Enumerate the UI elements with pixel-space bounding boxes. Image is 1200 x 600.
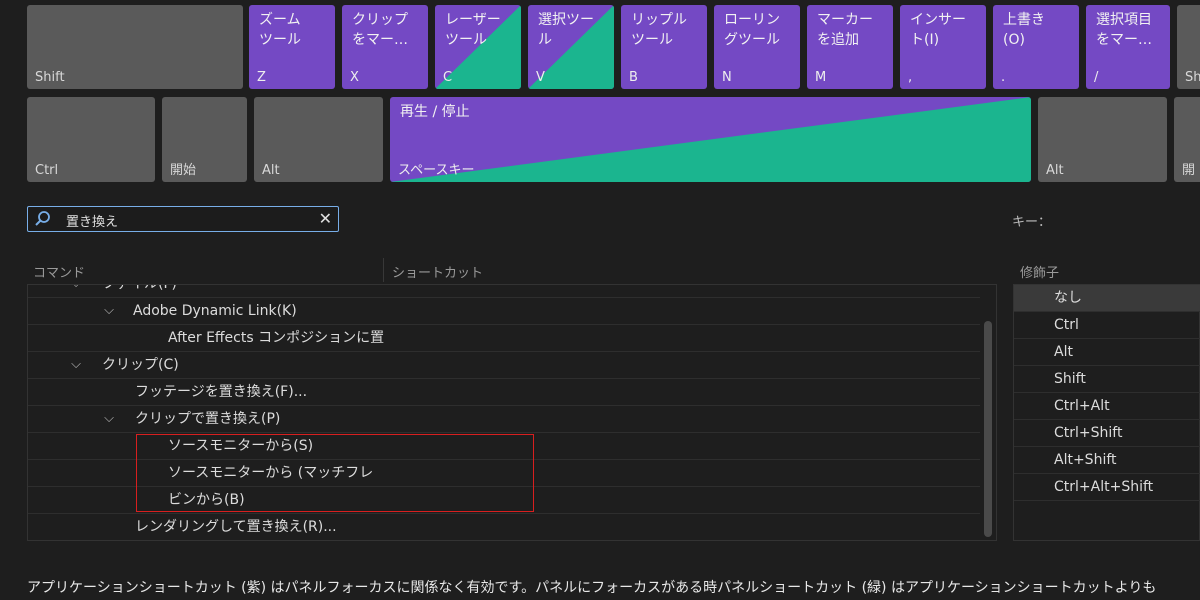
key-cap: V xyxy=(536,70,545,85)
chevron-down-icon[interactable]: ⌵ xyxy=(69,352,83,378)
tree-row[interactable]: ⌵ クリップで置き換え(P) xyxy=(28,406,980,433)
key-command: リップル ツール xyxy=(631,12,687,48)
tree-row[interactable]: ⌵ Adobe Dynamic Link(K) xyxy=(28,298,980,325)
key-command: ズーム ツール xyxy=(259,12,301,48)
tree-row-label: クリップで置き換え(P) xyxy=(135,411,281,427)
tree-row-label: ファイル(F) xyxy=(102,284,177,292)
tree-row-label: レンダリングして置き換え(R)... xyxy=(135,519,337,535)
key-right-alt[interactable]: Alt xyxy=(1038,97,1167,182)
key-command: クリップ をマー… xyxy=(352,12,408,48)
key-x[interactable]: クリップ をマー… X xyxy=(342,5,428,89)
key-cap: Shift xyxy=(35,70,65,85)
key-right-open[interactable]: 開 xyxy=(1174,97,1200,182)
column-divider xyxy=(383,258,384,282)
key-start[interactable]: 開始 xyxy=(162,97,247,182)
key-command: レーザー ツール xyxy=(445,12,501,48)
tree-row[interactable]: After Effects コンポジションに置 xyxy=(28,325,980,352)
tree-row-label: クリップ(C) xyxy=(102,357,179,373)
key-label: キー： xyxy=(1012,215,1052,230)
key-alt[interactable]: Alt xyxy=(254,97,383,182)
modifier-item-shift[interactable]: Shift xyxy=(1014,366,1200,393)
modifier-column-header[interactable]: 修飾子 xyxy=(1020,262,1059,281)
key-cap: / xyxy=(1094,70,1099,85)
search-field[interactable]: 置き換え ✕ xyxy=(27,206,339,232)
key-command: 上書き (O) xyxy=(1003,12,1045,48)
footer-note: アプリケーションショートカット (紫) はパネルフォーカスに関係なく有効です。パ… xyxy=(27,580,1157,596)
tree-row[interactable]: ⌵ ファイル(F) xyxy=(28,284,980,298)
modifier-item-ctrl-shift[interactable]: Ctrl+Shift xyxy=(1014,420,1200,447)
key-slash[interactable]: 選択項目 をマー… / xyxy=(1086,5,1170,89)
tree-row[interactable]: ⌵ クリップ(C) xyxy=(28,352,980,379)
modifier-list[interactable]: なし Ctrl Alt Shift Ctrl+Alt Ctrl+Shift Al… xyxy=(1013,284,1200,541)
vertical-scrollbar[interactable] xyxy=(984,321,992,537)
modifier-item-ctrl-alt-shift[interactable]: Ctrl+Alt+Shift xyxy=(1014,474,1200,501)
key-cap: 開 xyxy=(1182,163,1196,178)
key-space[interactable]: 再生 / 停止 スペースキー xyxy=(390,97,1031,182)
search-input[interactable]: 置き換え xyxy=(66,211,118,230)
tree-row[interactable]: フッテージを置き換え(F)... xyxy=(28,379,980,406)
command-column-header[interactable]: コマンド xyxy=(33,262,85,281)
highlight-box xyxy=(136,434,534,512)
key-cap: Sh xyxy=(1185,70,1200,85)
key-cap: X xyxy=(350,70,359,85)
key-cap: C xyxy=(443,70,453,85)
key-cap: スペースキー xyxy=(398,163,475,178)
key-cap: Ctrl xyxy=(35,163,59,178)
chevron-down-icon[interactable]: ⌵ xyxy=(69,285,83,297)
tree-row-label: After Effects コンポジションに置 xyxy=(168,330,385,346)
key-ctrl[interactable]: Ctrl xyxy=(27,97,155,182)
key-command: ローリン グツール xyxy=(724,12,780,48)
key-z[interactable]: ズーム ツール Z xyxy=(249,5,335,89)
key-period[interactable]: 上書き (O) . xyxy=(993,5,1079,89)
modifier-item-ctrl-alt[interactable]: Ctrl+Alt xyxy=(1014,393,1200,420)
modifier-item-alt[interactable]: Alt xyxy=(1014,339,1200,366)
key-command: 再生 / 停止 xyxy=(400,104,470,120)
key-cap: B xyxy=(629,70,638,85)
modifier-item-none[interactable]: なし xyxy=(1014,285,1200,312)
key-right-shift[interactable]: Sh xyxy=(1177,5,1200,89)
tree-row-label: フッテージを置き換え(F)... xyxy=(135,384,308,400)
key-cap: , xyxy=(908,70,913,85)
modifier-item-alt-shift[interactable]: Alt+Shift xyxy=(1014,447,1200,474)
tree-row[interactable]: レンダリングして置き換え(R)... xyxy=(28,514,980,540)
key-shift[interactable]: Shift xyxy=(27,5,243,89)
key-cap: M xyxy=(815,70,827,85)
key-b[interactable]: リップル ツール B xyxy=(621,5,707,89)
key-c[interactable]: レーザー ツール C xyxy=(435,5,521,89)
panel-shortcut-indicator xyxy=(390,97,1031,182)
key-command: インサー ト(I) xyxy=(910,12,966,48)
shortcut-column-header[interactable]: ショートカット xyxy=(392,262,483,281)
search-icon xyxy=(35,211,50,226)
key-command: マーカー を追加 xyxy=(817,12,873,48)
key-cap: . xyxy=(1001,70,1006,85)
key-cap: 開始 xyxy=(170,163,197,178)
chevron-down-icon[interactable]: ⌵ xyxy=(102,406,116,432)
key-n[interactable]: ローリン グツール N xyxy=(714,5,800,89)
key-cap: Alt xyxy=(262,163,280,178)
key-command: 選択項目 をマー… xyxy=(1096,12,1152,48)
modifier-item-ctrl[interactable]: Ctrl xyxy=(1014,312,1200,339)
key-v[interactable]: 選択ツー ル V xyxy=(528,5,614,89)
key-command: 選択ツー ル xyxy=(538,12,594,48)
close-icon[interactable]: ✕ xyxy=(319,209,332,228)
key-cap: Alt xyxy=(1046,163,1064,178)
key-comma[interactable]: インサー ト(I) , xyxy=(900,5,986,89)
key-m[interactable]: マーカー を追加 M xyxy=(807,5,893,89)
chevron-down-icon[interactable]: ⌵ xyxy=(102,298,116,324)
key-cap: Z xyxy=(257,70,266,85)
tree-row-label: Adobe Dynamic Link(K) xyxy=(133,303,297,319)
key-cap: N xyxy=(722,70,732,85)
